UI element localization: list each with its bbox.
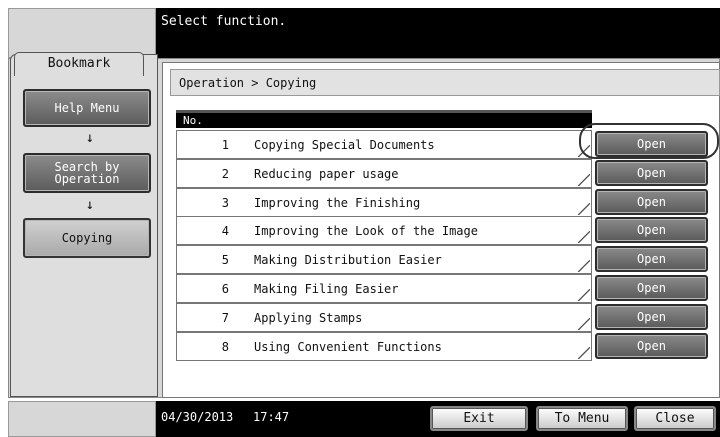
corner-mark-icon	[578, 347, 590, 359]
table-row[interactable]: 8 Using Convenient Functions	[176, 332, 592, 361]
open-label: Open	[637, 223, 666, 237]
row-number: 8	[221, 340, 229, 354]
table-row[interactable]: 6 Making Filing Easier	[176, 274, 592, 303]
search-by-operation-label: Search by Operation	[54, 160, 120, 186]
search-by-operation-button[interactable]: Search by Operation	[23, 153, 151, 193]
help-menu-button[interactable]: Help Menu	[23, 89, 151, 127]
breadcrumb: Operation > Copying	[170, 69, 720, 96]
row-number: 3	[221, 196, 229, 210]
header-left-panel	[8, 8, 156, 58]
copying-label: Copying	[61, 231, 113, 245]
open-button[interactable]: Open	[595, 333, 708, 359]
row-number: 6	[221, 282, 229, 296]
arrow-down-icon: ↓	[85, 197, 95, 213]
row-number: 5	[221, 253, 229, 267]
row-number: 4	[221, 224, 229, 238]
open-button[interactable]: Open	[595, 246, 708, 272]
corner-mark-icon	[578, 289, 590, 301]
copying-button[interactable]: Copying	[23, 218, 151, 258]
status-time: 17:47	[253, 410, 290, 424]
open-label: Open	[637, 310, 666, 324]
header-title: Select function.	[161, 14, 287, 29]
row-number: 1	[221, 138, 229, 152]
status-date: 04/30/2013	[161, 410, 234, 424]
row-title: Applying Stamps	[254, 311, 363, 325]
open-button[interactable]: Open	[595, 304, 708, 330]
row-number: 2	[221, 167, 229, 181]
breadcrumb-text: Operation > Copying	[179, 76, 317, 90]
highlight-ring	[579, 123, 719, 159]
row-title: Making Distribution Easier	[254, 253, 442, 267]
row-number: 7	[221, 311, 229, 325]
corner-mark-icon	[578, 231, 590, 243]
row-title: Improving the Look of the Image	[254, 224, 478, 238]
table-row[interactable]: 1 Copying Special Documents	[176, 130, 592, 159]
column-header-no: No.	[183, 114, 203, 127]
row-title: Using Convenient Functions	[254, 340, 442, 354]
table-row[interactable]: 2 Reducing paper usage	[176, 159, 592, 188]
table-row[interactable]: 3 Improving the Finishing	[176, 188, 592, 217]
open-label: Open	[637, 195, 666, 209]
arrow-down-icon: ↓	[85, 130, 95, 146]
open-label: Open	[637, 339, 666, 353]
table-row[interactable]: 5 Making Distribution Easier	[176, 245, 592, 274]
header-message-bar: Select function.	[156, 8, 720, 58]
open-button[interactable]: Open	[595, 189, 708, 215]
exit-label: Exit	[463, 411, 495, 426]
row-title: Copying Special Documents	[254, 138, 435, 152]
open-label: Open	[637, 281, 666, 295]
exit-button[interactable]: Exit	[430, 406, 528, 431]
help-menu-label: Help Menu	[54, 101, 120, 115]
open-label: Open	[637, 166, 666, 180]
to-menu-label: To Menu	[554, 411, 610, 426]
close-button[interactable]: Close	[634, 406, 716, 431]
corner-mark-icon	[578, 174, 590, 186]
row-title: Making Filing Easier	[254, 282, 399, 296]
open-button[interactable]: Open	[595, 275, 708, 301]
bookmark-tab[interactable]: Bookmark	[14, 52, 144, 76]
open-button[interactable]: Open	[595, 160, 708, 186]
open-button[interactable]: Open	[595, 217, 708, 243]
open-label: Open	[637, 252, 666, 266]
table-row[interactable]: 7 Applying Stamps	[176, 303, 592, 332]
corner-mark-icon	[578, 260, 590, 272]
row-title: Reducing paper usage	[254, 167, 399, 181]
footer-left-panel	[8, 401, 156, 437]
table-row[interactable]: 4 Improving the Look of the Image	[176, 216, 592, 245]
corner-mark-icon	[578, 318, 590, 330]
table-header: No.	[176, 110, 592, 128]
corner-mark-icon	[578, 203, 590, 215]
close-label: Close	[655, 411, 695, 426]
row-title: Improving the Finishing	[254, 196, 421, 210]
to-menu-button[interactable]: To Menu	[536, 406, 628, 431]
